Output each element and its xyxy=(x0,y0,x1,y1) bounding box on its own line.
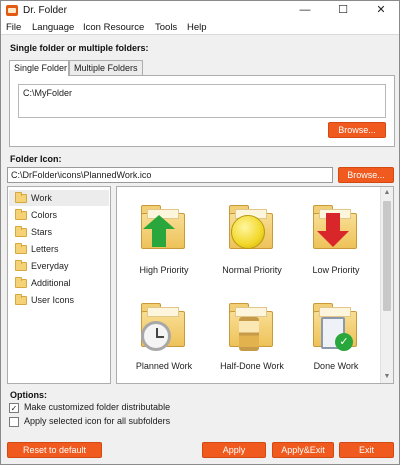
folder-icon xyxy=(15,192,27,203)
folder-path-input[interactable]: C:\MyFolder xyxy=(18,84,386,118)
option-label: Make customized folder distributable xyxy=(24,402,171,412)
icon-label: Low Priority xyxy=(312,265,360,275)
app-window: Dr. Folder — ☐ ✕ File Language Icon Reso… xyxy=(0,0,400,465)
category-label: Stars xyxy=(31,227,53,237)
category-user-icons[interactable]: User Icons xyxy=(9,292,109,308)
category-label: Everyday xyxy=(31,261,69,271)
close-button[interactable]: ✕ xyxy=(367,1,395,20)
alarm-clock-icon xyxy=(141,321,171,351)
menu-file[interactable]: File xyxy=(6,22,21,33)
menu-language[interactable]: Language xyxy=(32,22,74,33)
browse-icon-button[interactable]: Browse... xyxy=(338,167,394,183)
icon-label: Half-Done Work xyxy=(220,361,284,371)
icon-label: Done Work xyxy=(313,361,359,371)
hourglass-icon xyxy=(239,317,259,351)
apply-exit-button[interactable]: Apply&Exit xyxy=(272,442,334,458)
icon-tile-high-priority[interactable]: High Priority xyxy=(121,193,207,283)
category-work[interactable]: Work xyxy=(9,190,109,206)
distributable-checkbox[interactable]: ✓ xyxy=(9,403,19,413)
category-additional[interactable]: Additional xyxy=(9,275,109,291)
folder-icon xyxy=(15,277,27,288)
arrow-down-icon xyxy=(317,231,349,247)
menu-tools[interactable]: Tools xyxy=(155,22,177,33)
arrow-up-icon xyxy=(143,215,175,229)
menu-help[interactable]: Help xyxy=(187,22,207,33)
folder-icon xyxy=(15,243,27,254)
category-colors[interactable]: Colors xyxy=(9,207,109,223)
check-icon: ✓ xyxy=(335,333,353,351)
category-list: Work Colors Stars Letters Everyday Addit… xyxy=(7,186,111,384)
gallery-scrollbar[interactable]: ▲ ▼ xyxy=(380,187,393,383)
folder-icon-heading: Folder Icon: xyxy=(10,154,62,164)
icon-label: High Priority xyxy=(139,265,189,275)
icon-label: Planned Work xyxy=(135,361,193,371)
category-everyday[interactable]: Everyday xyxy=(9,258,109,274)
tab-multiple-folders[interactable]: Multiple Folders xyxy=(69,60,143,75)
icon-tile-done-work[interactable]: ✓ Done Work xyxy=(293,291,379,381)
category-label: Work xyxy=(31,193,52,203)
scroll-up-icon[interactable]: ▲ xyxy=(381,187,393,199)
menu-icon-resource[interactable]: Icon Resource xyxy=(83,22,144,33)
folder-icon xyxy=(15,294,27,305)
category-stars[interactable]: Stars xyxy=(9,224,109,240)
scroll-thumb[interactable] xyxy=(383,201,391,311)
window-title: Dr. Folder xyxy=(23,5,67,16)
menu-bar: File Language Icon Resource Tools Help xyxy=(1,20,399,35)
folder-icon xyxy=(15,209,27,220)
folder-icon xyxy=(15,260,27,271)
category-letters[interactable]: Letters xyxy=(9,241,109,257)
folder-icon xyxy=(15,226,27,237)
icon-path-input[interactable]: C:\DrFolder\icons\PlannedWork.ico xyxy=(7,167,333,183)
subfolders-checkbox[interactable] xyxy=(9,417,19,427)
icon-label: Normal Priority xyxy=(222,265,282,275)
exit-button[interactable]: Exit xyxy=(339,442,394,458)
icon-tile-low-priority[interactable]: Low Priority xyxy=(293,193,379,283)
app-logo-icon xyxy=(6,5,18,16)
category-label: Colors xyxy=(31,210,58,220)
browse-folder-button[interactable]: Browse... xyxy=(328,122,386,138)
icon-gallery: High Priority Normal Priority Low Priori… xyxy=(116,186,394,384)
title-bar[interactable]: Dr. Folder — ☐ ✕ xyxy=(1,1,399,20)
category-label: User Icons xyxy=(31,295,75,305)
tab-single-folder[interactable]: Single Folder xyxy=(9,60,69,76)
icon-tile-half-done-work[interactable]: Half-Done Work xyxy=(209,291,295,381)
icon-tile-normal-priority[interactable]: Normal Priority xyxy=(209,193,295,283)
folders-heading: Single folder or multiple folders: xyxy=(10,43,149,53)
reset-to-default-button[interactable]: Reset to default xyxy=(7,442,102,458)
category-label: Additional xyxy=(31,278,71,288)
maximize-button[interactable]: ☐ xyxy=(329,1,357,20)
yellow-circle-icon xyxy=(231,215,265,249)
option-label: Apply selected icon for all subfolders xyxy=(24,416,171,426)
minimize-button[interactable]: — xyxy=(291,1,319,20)
apply-button[interactable]: Apply xyxy=(202,442,266,458)
single-folder-panel: C:\MyFolder Browse... xyxy=(9,75,395,147)
options-heading: Options: xyxy=(10,390,47,400)
category-label: Letters xyxy=(31,244,59,254)
icon-tile-planned-work[interactable]: Planned Work xyxy=(121,291,207,381)
scroll-down-icon[interactable]: ▼ xyxy=(381,371,393,383)
